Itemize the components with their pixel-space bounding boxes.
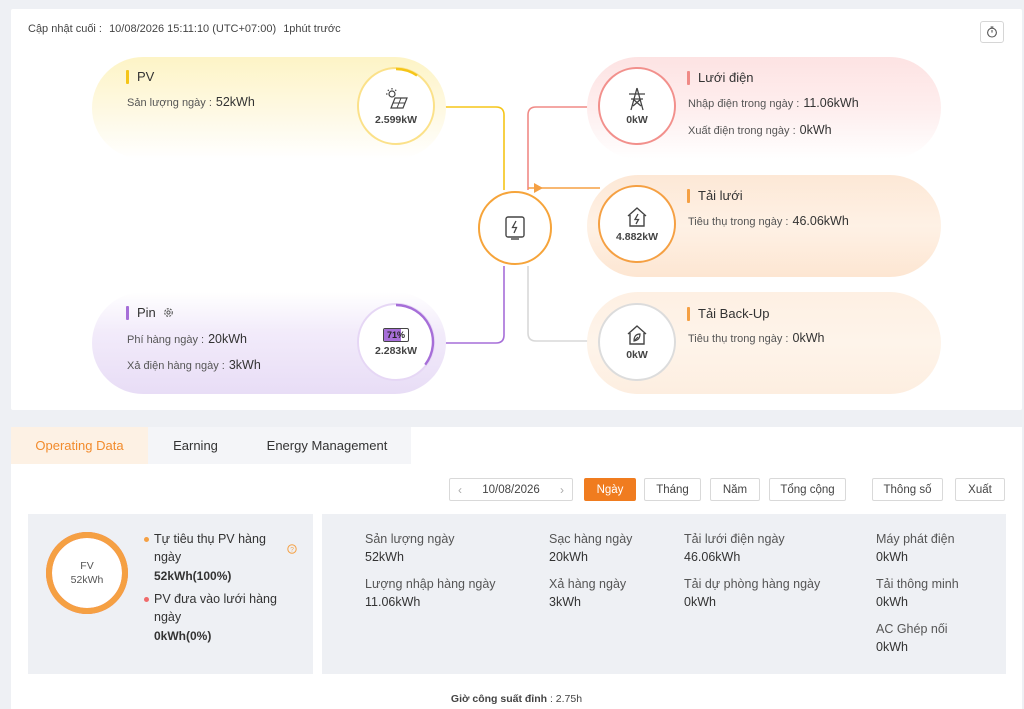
self-use-label: Tự tiêu thụ PV hàng ngày (154, 532, 266, 564)
battery-settings-icon[interactable] (163, 307, 174, 318)
home-power-icon (627, 206, 647, 227)
stat-item: AC Ghép nối 0kWh (876, 622, 948, 654)
month-button[interactable]: Tháng (644, 478, 701, 501)
tab-energy-management[interactable]: Energy Management (243, 427, 411, 464)
timer-icon (987, 26, 997, 38)
load-flow-arrow (534, 183, 543, 193)
pv-arc (395, 67, 418, 77)
feed-in-legend: PV đưa vào lưới hàng ngày 0kWh(0%) (144, 590, 284, 645)
battery-node[interactable]: 71% 2.283kW (357, 303, 435, 381)
pv-node[interactable]: 2.599kW (357, 67, 435, 145)
tab-operating-data[interactable]: Operating Data (11, 427, 148, 464)
peak-hours: Giờ công suất đỉnh : 2.75h (11, 693, 1022, 705)
last-update-ago: 1phút trước (283, 23, 341, 35)
load-power: 4.882kW (615, 230, 659, 243)
pv-title: PV (126, 69, 154, 84)
date-value: 10/08/2026 (482, 483, 540, 496)
load-node[interactable]: 4.882kW (598, 185, 676, 263)
ring-label: FV (80, 560, 94, 572)
chevron-right-icon[interactable]: › (560, 483, 564, 497)
pv-ring-chart: FV 52kWh (44, 530, 130, 616)
pv-self-use-box: FV 52kWh Tự tiêu thụ PV hàng ngày 52kWh(… (28, 514, 313, 674)
backup-title: Tải Back-Up (687, 306, 770, 321)
toolbar: ‹ 10/08/2026 › Ngày Tháng Năm Tổng cộng … (11, 478, 1022, 502)
battery-daily-charge: Phí hàng ngày :20kWh (127, 332, 247, 346)
tab-earning[interactable]: Earning (148, 427, 243, 464)
battery-daily-discharge: Xả điện hàng ngày :3kWh (127, 358, 261, 372)
stat-item: Sản lượng ngày 52kWh (365, 532, 455, 564)
inverter-icon (505, 216, 525, 240)
feed-in-label: PV đưa vào lưới hàng ngày (154, 592, 277, 624)
grid-daily-export: Xuất điện trong ngày :0kWh (688, 123, 832, 137)
tab-bar: Operating Data Earning Energy Management (11, 427, 411, 464)
battery-title: Pin (126, 305, 174, 320)
load-title: Tải lưới (687, 188, 743, 203)
grid-title: Lưới điện (687, 70, 754, 85)
day-button[interactable]: Ngày (584, 478, 636, 501)
export-button[interactable]: Xuất (955, 478, 1005, 501)
pv-flow-line (435, 106, 505, 190)
stat-item: Tải dự phòng hàng ngày 0kWh (684, 577, 821, 609)
svg-text:?: ? (290, 546, 294, 553)
stat-item: Tải thông minh 0kWh (876, 577, 959, 609)
battery-flow-line (435, 266, 505, 344)
stat-item: Tải lưới điện ngày 46.06kWh (684, 532, 785, 564)
peak-hours-label: Giờ công suất đỉnh (450, 693, 548, 705)
backup-daily-consumption: Tiêu thụ trong ngày :0kWh (688, 331, 825, 345)
feed-in-value: 0kWh(0%) (154, 629, 212, 643)
last-update-label: Cập nhật cuối : (28, 23, 102, 35)
last-update-line: Cập nhật cuối : 10/08/2026 15:11:10 (UTC… (28, 23, 345, 35)
backup-node[interactable]: 0kW (598, 303, 676, 381)
help-icon[interactable]: ? (287, 544, 297, 554)
data-panel: Operating Data Earning Energy Management… (11, 427, 1022, 709)
stat-item: Sạc hàng ngày 20kWh (549, 532, 633, 564)
backup-power: 0kW (626, 348, 648, 361)
peak-hours-value: : 2.75h (549, 693, 583, 705)
grid-daily-import: Nhập điện trong ngày :11.06kWh (688, 96, 859, 110)
daily-stats-box: Sản lượng ngày 52kWh Sạc hàng ngày 20kWh T… (322, 514, 1006, 674)
home-leaf-icon (627, 324, 647, 345)
grid-node[interactable]: 0kW (598, 67, 676, 145)
last-update-value: 10/08/2026 15:11:10 (UTC+07:00) (109, 23, 277, 35)
parameters-button[interactable]: Thông số (872, 478, 943, 501)
grid-power: 0kW (626, 113, 648, 126)
date-picker[interactable]: ‹ 10/08/2026 › (449, 478, 573, 501)
chevron-left-icon[interactable]: ‹ (458, 483, 462, 497)
inverter-node[interactable] (478, 191, 552, 265)
stat-item: Máy phát điện 0kWh (876, 532, 955, 564)
pv-daily-yield: Sản lượng ngày :52kWh (127, 95, 255, 109)
ring-value: 52kWh (70, 574, 104, 586)
stat-item: Lượng nhập hàng ngày 11.06kWh (365, 577, 496, 609)
self-use-value: 52kWh(100%) (154, 569, 232, 583)
total-button[interactable]: Tổng cộng (769, 478, 846, 501)
power-tower-icon (629, 87, 645, 110)
battery-arc (395, 303, 435, 366)
stat-item: Xả hàng ngày 3kWh (549, 577, 627, 609)
self-use-legend: Tự tiêu thụ PV hàng ngày 52kWh(100%) (144, 530, 284, 585)
load-daily-consumption: Tiêu thụ trong ngày :46.06kWh (688, 214, 849, 228)
energy-flow-panel: Cập nhật cuối : 10/08/2026 15:11:10 (UTC… (11, 9, 1022, 410)
refresh-button[interactable] (980, 21, 1004, 43)
year-button[interactable]: Năm (710, 478, 760, 501)
